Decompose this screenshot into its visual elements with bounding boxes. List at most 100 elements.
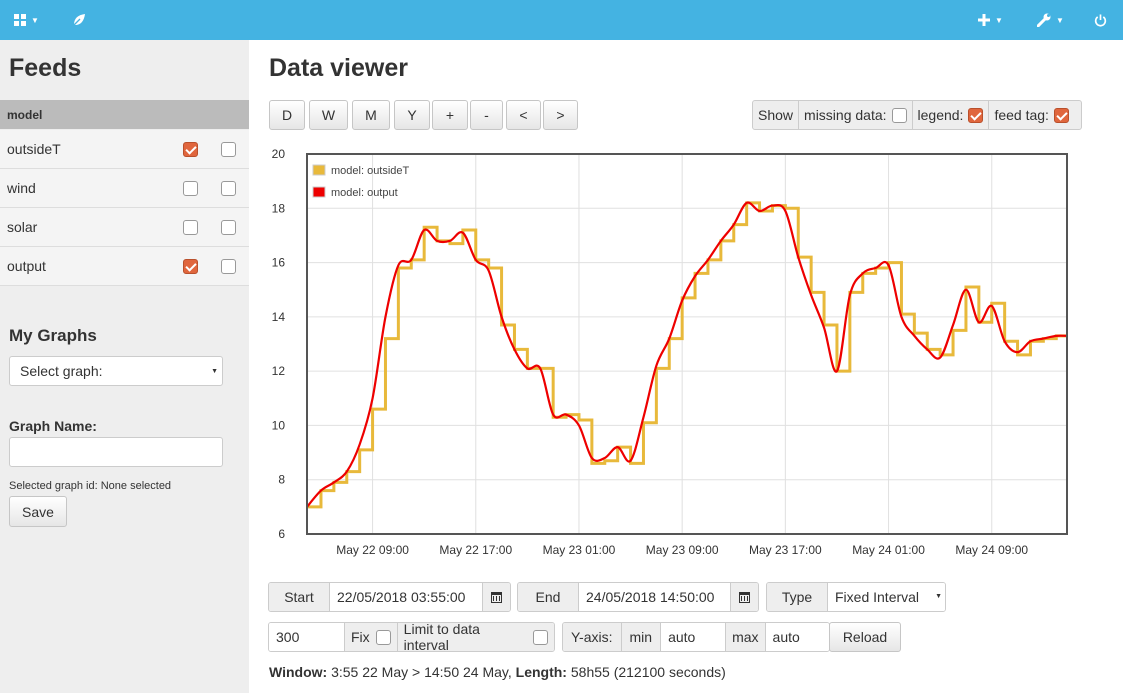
fix-checkbox[interactable] [375,629,391,645]
show-label: Show [758,107,794,123]
end-label: End [518,583,579,611]
leaf-icon [72,14,85,27]
feed-row-outsidet: outsideT [0,130,249,169]
feed-tag-option: feed tag: [989,101,1074,129]
legend-swatch [312,186,326,198]
range-day-button[interactable]: D [269,100,305,130]
show-label-cell: Show [753,101,800,129]
x-tick-label: May 22 17:00 [439,543,512,557]
feed-left-axis-checkbox[interactable] [183,220,198,235]
feed-left-axis-checkbox[interactable] [183,142,198,157]
feed-list: outsideT wind solar output [0,130,249,286]
chevron-down-icon: ▼ [31,15,39,25]
legend-swatch [312,164,326,176]
y-max-input[interactable]: auto [765,623,829,651]
x-tick-label: May 24 01:00 [852,543,925,557]
feed-row-solar: solar [0,208,249,247]
chevron-down-icon: ▼ [935,593,942,600]
feed-row-wind: wind [0,169,249,208]
dashboard-menu[interactable]: ▼ [14,0,39,40]
feed-left-axis-checkbox[interactable] [183,181,198,196]
x-tick-label: May 22 09:00 [336,543,409,557]
add-menu[interactable]: ▼ [978,0,1003,40]
feeds-sidebar: Feeds model outsideT wind solar output M… [0,40,249,693]
chevron-down-icon: ▼ [211,368,218,375]
show-options-group: Show missing data: legend: feed tag: [752,100,1082,130]
start-label: Start [269,583,330,611]
y-min-label: min [621,623,662,651]
y-axis-control: Y-axis: min auto max auto [562,622,830,652]
x-tick-label: May 23 17:00 [749,543,822,557]
reload-button[interactable]: Reload [829,622,901,652]
y-tick-label: 16 [272,256,286,270]
pan-left-button[interactable]: < [506,100,541,130]
feed-left-axis-checkbox[interactable] [183,259,198,274]
x-tick-label: May 24 09:00 [955,543,1028,557]
feed-right-axis-checkbox[interactable] [221,142,236,157]
start-time-input[interactable]: 22/05/2018 03:55:00 [330,583,482,611]
feed-right-axis-checkbox[interactable] [221,181,236,196]
top-navbar: ▼ ▼ ▼ [0,0,1123,40]
feed-name: solar [7,219,38,235]
zoom-out-button[interactable]: - [470,100,503,130]
type-label: Type [767,583,828,611]
select-graph-dropdown[interactable]: Select graph: ▼ [9,356,223,386]
missing-data-label: missing data: [804,107,887,123]
feed-tag-checkbox[interactable] [1053,107,1069,123]
power-icon [1094,13,1107,27]
end-time-input[interactable]: 24/05/2018 14:50:00 [579,583,730,611]
legend-label: model: output [331,187,398,199]
feed-tag-label: feed tag: [994,107,1049,123]
chevron-down-icon: ▼ [995,15,1003,25]
start-calendar-button[interactable] [482,583,510,611]
pan-right-button[interactable]: > [543,100,578,130]
calendar-icon [739,591,750,603]
my-graphs-title: My Graphs [9,326,97,345]
missing-data-checkbox[interactable] [891,107,907,123]
y-tick-label: 6 [278,527,285,541]
dashboard-grid-icon [14,14,26,26]
feed-name: output [7,258,46,274]
feed-name: wind [7,180,36,196]
interval-control: 300 Fix Limit to data interval [268,622,555,652]
limit-interval-label: Limit to data interval [403,622,480,652]
y-axis-label: Y-axis: [563,623,622,651]
graph-name-label: Graph Name: [9,418,97,434]
window-info: Window: 3:55 22 May > 14:50 24 May, Leng… [269,664,726,680]
feed-right-axis-checkbox[interactable] [221,220,236,235]
page-title: Data viewer [269,54,408,82]
feed-right-axis-checkbox[interactable] [221,259,236,274]
end-calendar-button[interactable] [730,583,758,611]
legend-label: legend: [917,107,964,123]
feed-group-header[interactable]: model [0,100,249,129]
range-year-button[interactable]: Y [394,100,430,130]
graph-name-input[interactable] [9,437,223,467]
missing-data-option: missing data: [799,101,913,129]
data-viewer-chart[interactable]: 6 8 10 12 14 16 18 20 May 22 09:00 May 22 17:00 Ma… [260,140,1090,560]
setup-menu[interactable]: ▼ [1037,0,1064,40]
start-time-control: Start 22/05/2018 03:55:00 [268,582,511,612]
type-control: Type Fixed Interval ▼ [766,582,946,612]
zoom-in-button[interactable]: + [432,100,468,130]
limit-interval-option: Limit to data interval [397,622,554,652]
y-tick-label: 14 [272,310,286,324]
legend-checkbox[interactable] [968,107,984,123]
chevron-down-icon: ▼ [1056,15,1064,25]
type-select[interactable]: Fixed Interval ▼ [828,583,945,611]
feed-name: outsideT [7,141,61,157]
logout-button[interactable] [1094,0,1107,40]
range-week-button[interactable]: W [309,100,348,130]
range-month-button[interactable]: M [352,100,390,130]
limit-interval-checkbox[interactable] [533,629,548,645]
interval-input[interactable]: 300 [269,623,345,651]
sidebar-title: Feeds [9,54,82,82]
legend-option: legend: [913,101,990,129]
wrench-icon [1037,13,1051,27]
leaf-link[interactable] [72,0,86,40]
y-min-input[interactable]: auto [661,623,727,651]
window-value: 3:55 22 May > 14:50 24 May, [327,664,516,680]
y-tick-label: 12 [272,364,286,378]
save-graph-button[interactable]: Save [9,496,67,527]
feed-row-output: output [0,247,249,286]
end-time-control: End 24/05/2018 14:50:00 [517,582,759,612]
